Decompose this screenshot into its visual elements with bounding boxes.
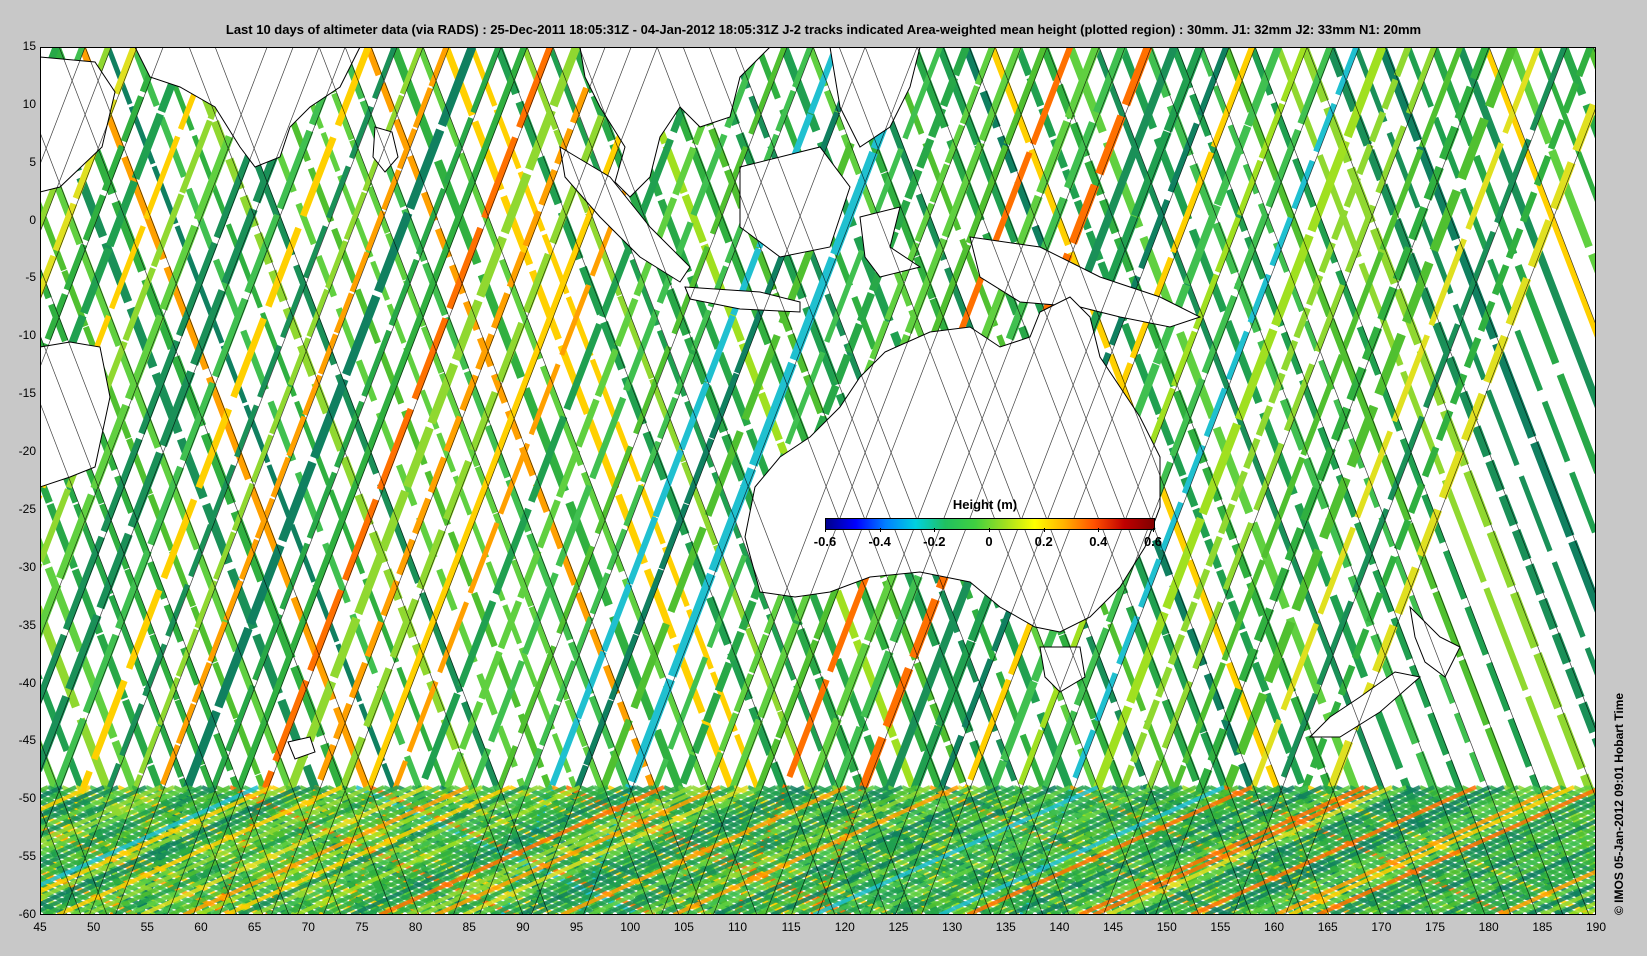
x-tick-label: 70 xyxy=(301,920,315,934)
x-tick-label: 185 xyxy=(1532,920,1553,934)
altimeter-track xyxy=(40,47,372,910)
x-tick-label: 145 xyxy=(1103,920,1124,934)
colorbar-tick xyxy=(825,528,826,532)
colorbar-tick-label: 0.6 xyxy=(1143,534,1163,549)
x-tick-label: 115 xyxy=(781,920,801,934)
x-tick-label: 90 xyxy=(516,920,530,934)
y-tick-label: -5 xyxy=(25,270,36,285)
x-tick-label: 50 xyxy=(86,920,101,934)
y-tick-label: 0 xyxy=(29,212,36,227)
x-tick-label: 160 xyxy=(1264,920,1285,934)
j2-track-line xyxy=(1592,47,1596,56)
colorbar-tick xyxy=(989,528,990,532)
colorbar-title: Height (m) xyxy=(952,497,1018,512)
credit-text: © IMOS 05-Jan-2012 09:01 Hobart Time xyxy=(1612,692,1626,915)
x-tick-label: 80 xyxy=(408,920,423,934)
x-tick-label: 105 xyxy=(673,920,694,934)
x-tick-label: 45 xyxy=(33,920,47,934)
colorbar-tick xyxy=(1153,528,1154,532)
y-tick-label: 5 xyxy=(29,154,36,169)
y-tick-label: -50 xyxy=(18,791,36,806)
map-plot-area xyxy=(40,47,1596,915)
colorbar-tick xyxy=(1043,528,1045,532)
y-tick-label: -45 xyxy=(18,733,36,748)
colorbar-tick-label: 0.4 xyxy=(1089,534,1108,549)
x-tick-label: 120 xyxy=(834,920,855,934)
y-tick-label: -55 xyxy=(18,849,36,864)
x-tick-label: 85 xyxy=(462,920,476,934)
x-tick-label: 175 xyxy=(1425,920,1446,934)
altimeter-map xyxy=(40,47,1596,915)
map-title: Last 10 days of altimeter data (via RADS… xyxy=(225,22,1422,37)
y-tick-label: -20 xyxy=(18,444,36,459)
colorbar-tick xyxy=(1098,528,1100,532)
landmass-kerguelen xyxy=(287,736,316,760)
x-tick-label: 65 xyxy=(247,920,262,934)
x-tick-label: 110 xyxy=(727,920,748,934)
x-tick-label: 180 xyxy=(1478,920,1499,934)
x-tick-label: 75 xyxy=(355,920,369,934)
x-tick-label: 95 xyxy=(569,920,584,934)
colorbar-tick-label: -0.6 xyxy=(813,534,837,549)
x-tick-label: 130 xyxy=(942,920,963,934)
y-tick-label: -10 xyxy=(18,328,36,343)
colorbar-tick xyxy=(934,528,936,532)
x-tick-label: 60 xyxy=(194,920,208,934)
colorbar-tick-label: -0.4 xyxy=(868,534,891,549)
colorbar-tick-label: 0.2 xyxy=(1034,534,1053,549)
y-tick-label: 10 xyxy=(22,96,36,111)
y-tick-label: 15 xyxy=(22,39,36,53)
x-tick-label: 100 xyxy=(620,920,641,934)
x-tick-label: 125 xyxy=(888,920,909,934)
x-tick-label: 55 xyxy=(140,920,154,934)
x-tick-label: 190 xyxy=(1585,920,1607,934)
x-tick-label: 140 xyxy=(1049,920,1070,934)
landmass-australia xyxy=(744,296,1161,633)
colorbar-tick-label: 0 xyxy=(985,534,993,549)
height-colorbar: Height (m) -0.6 -0.4 -0.2 0 0.2 0.4 0.6 xyxy=(800,497,1170,557)
colorbar-tick xyxy=(879,528,881,532)
x-tick-label: 165 xyxy=(1317,920,1338,934)
x-tick-label: 170 xyxy=(1371,920,1392,934)
y-tick-label: -40 xyxy=(18,675,36,690)
y-tick-label: -30 xyxy=(18,559,36,574)
x-tick-label: 150 xyxy=(1156,920,1177,934)
y-tick-label: -15 xyxy=(18,386,36,401)
x-tick-label: 135 xyxy=(995,920,1016,934)
colorbar-tick-label: -0.2 xyxy=(923,534,946,549)
x-tick-label: 155 xyxy=(1210,920,1231,934)
colorbar-gradient xyxy=(825,518,1155,530)
y-tick-label: -35 xyxy=(18,617,36,632)
y-tick-label: -25 xyxy=(18,501,36,516)
y-tick-label: -60 xyxy=(18,907,36,921)
